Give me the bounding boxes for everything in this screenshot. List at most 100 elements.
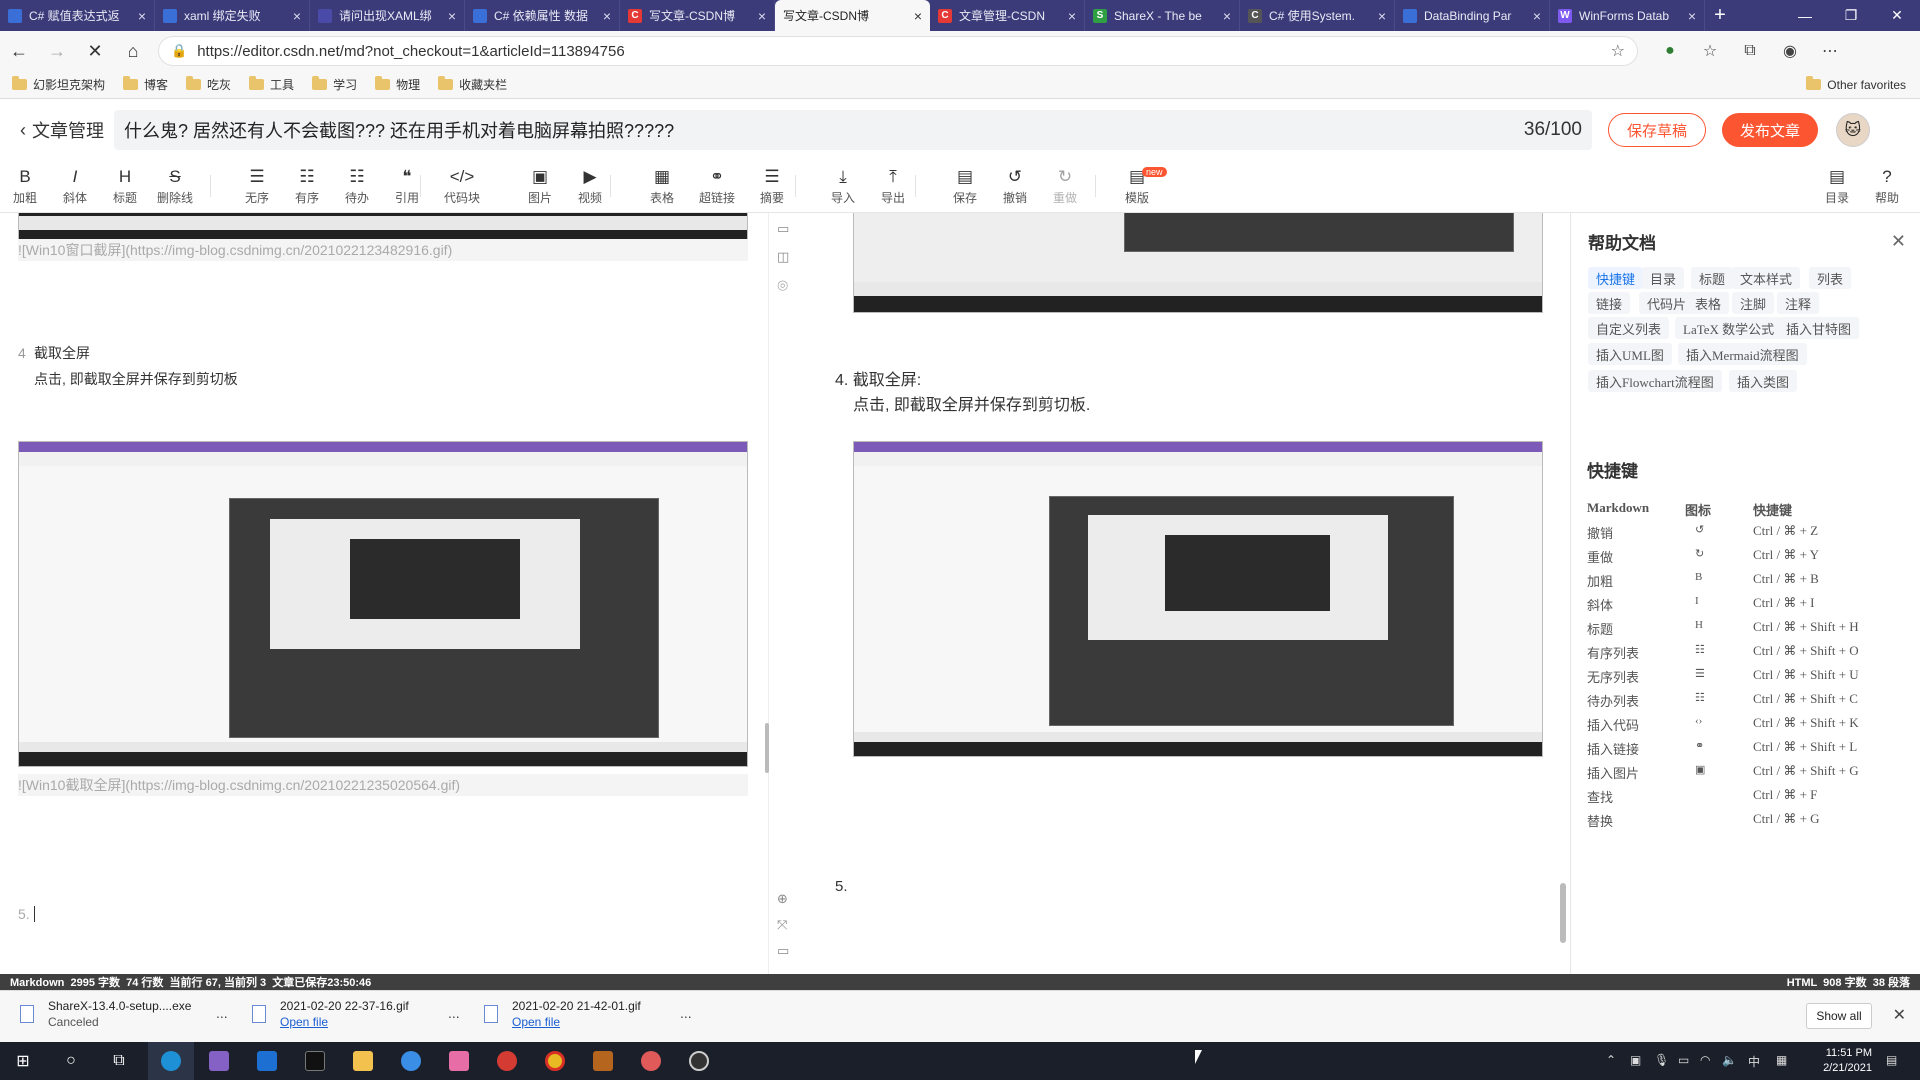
toolbar-hyperlink-button[interactable]: ⚭ 超链接	[692, 165, 742, 209]
help-chip[interactable]: 文本样式	[1732, 267, 1801, 289]
obs-icon[interactable]	[676, 1042, 722, 1080]
scrollbar-thumb[interactable]	[765, 723, 769, 773]
article-title-input[interactable]: 什么鬼? 居然还有人不会截图??? 还在用手机对着电脑屏幕拍照????? 36/…	[114, 110, 1592, 150]
notification-icon[interactable]: ▤	[1886, 1053, 1897, 1067]
toolbar-quote-button[interactable]: ❝ 引用	[382, 165, 432, 209]
bookmark-folder[interactable]: 收藏夹栏	[438, 76, 507, 93]
help-chip[interactable]: 插入Mermaid流程图	[1678, 343, 1807, 365]
back-arrow-icon[interactable]: ←	[0, 35, 38, 67]
publish-button[interactable]: 发布文章	[1722, 113, 1818, 147]
browser-tab[interactable]: S ShareX - The be ×	[1085, 0, 1240, 31]
target-icon[interactable]: ⊕	[777, 891, 788, 907]
toolbar-todo-list-button[interactable]: ☷ 待办	[332, 165, 382, 209]
app-pink-icon[interactable]	[436, 1042, 482, 1080]
tab-close-icon[interactable]: ×	[448, 8, 456, 24]
more-menu-icon[interactable]: ⋯	[1810, 35, 1850, 67]
toolbar-code-block-button[interactable]: </> 代码块	[437, 165, 487, 209]
back-to-article-management[interactable]: ‹ 文章管理	[20, 117, 104, 143]
favorite-star-icon[interactable]: ☆	[1611, 41, 1625, 61]
clock[interactable]: 11:51 PM 2/21/2021	[1823, 1046, 1872, 1076]
fullscreen-icon[interactable]: ⤧	[777, 917, 787, 933]
help-chip[interactable]: 代码片	[1639, 292, 1695, 314]
browser-tab[interactable]: C 文章管理-CSDN ×	[930, 0, 1085, 31]
help-chip[interactable]: 注脚	[1732, 292, 1775, 314]
help-chip[interactable]: 注释	[1777, 292, 1820, 314]
close-window-button[interactable]: ✕	[1874, 0, 1920, 31]
chrome-icon[interactable]	[532, 1042, 578, 1080]
tray-wifi-icon[interactable]: ◠	[1700, 1053, 1710, 1067]
browser-tab[interactable]: W WinForms Datab ×	[1550, 0, 1705, 31]
tab-close-icon[interactable]: ×	[603, 8, 611, 24]
favorites-icon[interactable]: ☆	[1690, 35, 1730, 67]
help-chip[interactable]: 链接	[1588, 292, 1631, 314]
preview-scrollbar-thumb[interactable]	[1560, 883, 1566, 943]
address-bar[interactable]: 🔒 https://editor.csdn.net/md?not_checkou…	[158, 36, 1638, 66]
browser-tab[interactable]: C# 赋值表达式返 ×	[0, 0, 155, 31]
help-chip[interactable]: 自定义列表	[1588, 317, 1670, 339]
bookmark-folder[interactable]: 学习	[312, 76, 357, 93]
home-icon[interactable]: ⌂	[114, 35, 152, 67]
close-icon[interactable]: ✕	[1893, 1005, 1906, 1025]
close-icon[interactable]: ✕	[1891, 231, 1906, 252]
avatar[interactable]: 🐱	[1836, 113, 1870, 147]
edge-browser-icon[interactable]	[148, 1042, 194, 1080]
tab-close-icon[interactable]: ×	[914, 8, 922, 24]
browser-tab[interactable]: 写文章-CSDN博 ×	[775, 0, 930, 31]
minimize-button[interactable]: —	[1782, 0, 1828, 31]
browser-tab[interactable]: 请问出现XAML绑 ×	[310, 0, 465, 31]
netease-music-icon[interactable]	[484, 1042, 530, 1080]
browser-tab[interactable]: C 写文章-CSDN博 ×	[620, 0, 775, 31]
toolbar-redo-button[interactable]: ↻ 重做	[1040, 165, 1090, 209]
help-chip[interactable]: 插入UML图	[1588, 343, 1672, 365]
browser-tab[interactable]: C C# 使用System. ×	[1240, 0, 1395, 31]
tray-arrow-icon[interactable]: ⌃	[1606, 1053, 1616, 1067]
toolbar-table-button[interactable]: ▦ 表格	[637, 165, 687, 209]
toolbar-help-button[interactable]: ? 帮助	[1862, 165, 1912, 209]
tab-close-icon[interactable]: ×	[758, 8, 766, 24]
browser-tab[interactable]: xaml 绑定失败 ×	[155, 0, 310, 31]
help-chip[interactable]: 快捷键	[1588, 267, 1644, 289]
file-explorer-icon[interactable]	[340, 1042, 386, 1080]
profile-avatar-icon[interactable]: ◉	[1770, 35, 1810, 67]
download-item[interactable]: 2021-02-20 21-42-01.gif Open file...	[484, 999, 704, 1037]
toolbar-import-button[interactable]: ⤓ 导入	[818, 165, 868, 209]
forward-arrow-icon[interactable]: →	[38, 35, 76, 67]
app-star-icon[interactable]	[388, 1042, 434, 1080]
tray-keyboard-icon[interactable]: ▦	[1776, 1053, 1787, 1067]
sharex-icon[interactable]	[628, 1042, 674, 1080]
markdown-editor[interactable]: ![Win10窗口截屏](https://img-blog.csdnimg.cn…	[0, 213, 768, 974]
download-status[interactable]: Open file	[512, 1015, 560, 1029]
browser-tab[interactable]: C# 依赖属性 数据 ×	[465, 0, 620, 31]
layout-icon[interactable]: ▭	[777, 221, 789, 237]
toolbar-heading-button[interactable]: H 标题	[100, 165, 150, 209]
tray-mic-icon[interactable]: 🎙	[1654, 1053, 1669, 1067]
toolbar-toc-button[interactable]: ▤ 目录	[1812, 165, 1862, 209]
help-chip[interactable]: 列表	[1809, 267, 1852, 289]
toolbar-image-button[interactable]: ▣ 图片	[515, 165, 565, 209]
search-icon[interactable]: ○	[48, 1042, 94, 1080]
other-favorites[interactable]: Other favorites	[1806, 76, 1906, 92]
download-item[interactable]: 2021-02-20 22-37-16.gif Open file...	[252, 999, 472, 1037]
tab-close-icon[interactable]: ×	[1068, 8, 1076, 24]
toolbar-ordered-list-button[interactable]: ☷ 有序	[282, 165, 332, 209]
stop-loading-icon[interactable]: ✕	[76, 35, 114, 67]
new-tab-button[interactable]: +	[1705, 0, 1735, 31]
preview-eye-icon[interactable]: ◎	[777, 277, 788, 293]
split-view-icon[interactable]: ◫	[777, 249, 789, 265]
monitor-icon[interactable]: ▭	[777, 943, 789, 959]
collections-icon[interactable]: ⧉	[1730, 35, 1770, 67]
tab-close-icon[interactable]: ×	[138, 8, 146, 24]
tab-close-icon[interactable]: ×	[293, 8, 301, 24]
restore-button[interactable]: ❐	[1828, 0, 1874, 31]
toolbar-save-button[interactable]: ▤ 保存	[940, 165, 990, 209]
help-chip[interactable]: 插入甘特图	[1778, 317, 1860, 339]
show-all-button[interactable]: Show all	[1806, 1003, 1872, 1029]
bookmark-folder[interactable]: 吃灰	[186, 76, 231, 93]
tab-close-icon[interactable]: ×	[1688, 8, 1696, 24]
tray-network-icon[interactable]: ▣	[1630, 1053, 1641, 1067]
download-item[interactable]: ShareX-13.4.0-setup....exe Canceled...	[20, 999, 240, 1037]
toolbar-unordered-list-button[interactable]: ☰ 无序	[232, 165, 282, 209]
visual-studio-icon[interactable]	[196, 1042, 242, 1080]
help-chip[interactable]: 目录	[1642, 267, 1685, 289]
tab-close-icon[interactable]: ×	[1533, 8, 1541, 24]
